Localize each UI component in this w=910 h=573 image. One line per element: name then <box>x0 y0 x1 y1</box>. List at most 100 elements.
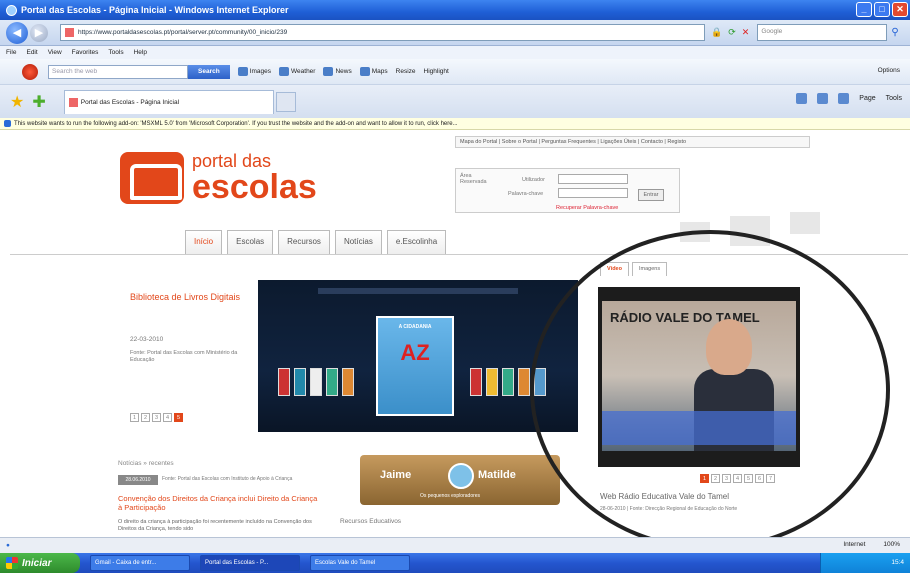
taskbar-item-gmail[interactable]: Gmail - Caixa de entr... <box>90 555 190 571</box>
resources-label[interactable]: Recursos Educativos <box>340 518 401 525</box>
tab-inicio[interactable]: Início <box>185 230 223 254</box>
feeds-icon[interactable] <box>817 93 829 104</box>
maximize-button[interactable]: □ <box>874 2 890 17</box>
main-nav: Início Escolas Recursos Notícias e.Escol… <box>185 230 447 254</box>
feature-title[interactable]: Biblioteca de Livros Digitais <box>130 292 250 303</box>
page-menu[interactable]: Page <box>859 95 875 102</box>
toolbar-options[interactable]: Options <box>878 67 900 74</box>
home-icon[interactable] <box>796 93 808 104</box>
banner-left-text: Jaime <box>380 469 412 481</box>
news-heading[interactable]: Notícias » recentes <box>118 460 174 467</box>
menu-tools[interactable]: Tools <box>108 49 123 56</box>
speaker-head <box>706 319 752 375</box>
favorites-star-icon[interactable]: ★ <box>10 92 24 112</box>
feature-page-5[interactable]: 5 <box>174 413 183 422</box>
command-bar: Page Tools <box>796 93 902 104</box>
nav-divider <box>10 254 908 255</box>
images-icon <box>237 67 248 76</box>
video-title[interactable]: Web Rádio Educativa Vale do Tamel <box>600 492 729 501</box>
web-page: Mapa do Portal | Sobre o Portal | Pergun… <box>10 130 908 537</box>
video-page-4[interactable]: 4 <box>733 474 742 483</box>
feature-page-2[interactable]: 2 <box>141 413 150 422</box>
url-field[interactable]: https://www.portaldasescolas.pt/portal/s… <box>60 24 705 41</box>
toolbar-images[interactable]: Images <box>237 67 271 76</box>
video-frame: RÁDIO VALE DO TAMEL <box>602 301 796 451</box>
feature-image[interactable]: A CIDADANIA AZ <box>258 280 578 432</box>
video-page-6[interactable]: 6 <box>755 474 764 483</box>
portal-logo[interactable]: portal das escolas <box>120 152 317 204</box>
tab-recursos[interactable]: Recursos <box>278 230 330 254</box>
toolbar-maps[interactable]: Maps <box>359 67 388 76</box>
clock[interactable]: 15:4 <box>891 559 904 566</box>
video-page-7[interactable]: 7 <box>766 474 775 483</box>
video-pager: 1 2 3 4 5 6 7 <box>700 474 775 483</box>
feature-page-1[interactable]: 1 <box>130 413 139 422</box>
tab-bar: ★ ✚ Portal das Escolas - Página Inicial … <box>0 85 910 118</box>
tab-e-escolinha[interactable]: e.Escolinha <box>386 230 447 254</box>
top-links[interactable]: Mapa do Portal | Sobre o Portal | Pergun… <box>455 136 810 148</box>
search-icon[interactable]: ⚲ <box>891 27 898 38</box>
menu-view[interactable]: View <box>48 49 62 56</box>
print-icon[interactable] <box>838 93 850 104</box>
book-thumb <box>502 368 514 396</box>
tab-portal-das-escolas[interactable]: Portal das Escolas - Página Inicial <box>63 89 274 114</box>
stop-icon[interactable]: ✕ <box>742 27 750 38</box>
feature-page-3[interactable]: 3 <box>152 413 161 422</box>
user-label: Utilizador <box>522 177 545 183</box>
toolbar-news[interactable]: News <box>323 67 352 76</box>
info-bar[interactable]: This website wants to run the following … <box>0 118 910 130</box>
menu-help[interactable]: Help <box>134 49 147 56</box>
toolbar-resize[interactable]: Resize <box>396 68 416 75</box>
toolbar-weather[interactable]: Weather <box>279 67 315 76</box>
toolbar-search-input[interactable]: Search the web <box>48 64 188 79</box>
video-source: 28-06-2010 | Fonte: Direcção Regional de… <box>600 506 738 512</box>
login-button[interactable]: Entrar <box>638 189 664 201</box>
minimize-button[interactable]: _ <box>856 2 872 17</box>
taskbar-item-vale-tamel[interactable]: Escolas Vale do Tamel <box>310 555 410 571</box>
forward-button[interactable]: ▶ <box>30 23 48 42</box>
video-page-2[interactable]: 2 <box>711 474 720 483</box>
toolbar-logo-icon[interactable] <box>22 63 38 80</box>
book-thumb <box>294 368 306 396</box>
book-thumb <box>342 368 354 396</box>
windows-logo-icon <box>6 557 18 569</box>
news-title[interactable]: Convenção dos Direitos da Criança inclui… <box>118 494 323 512</box>
status-bar: ● Internet 100% <box>0 537 910 553</box>
recover-password-link[interactable]: Recuperar Palavra-chave <box>556 205 618 211</box>
tab-imagens[interactable]: Imagens <box>631 262 668 276</box>
add-favorites-icon[interactable]: ✚ <box>32 92 45 112</box>
menu-edit[interactable]: Edit <box>26 49 37 56</box>
back-button[interactable]: ◀ <box>6 21 28 44</box>
video-player[interactable]: RÁDIO VALE DO TAMEL <box>598 287 800 467</box>
user-field[interactable] <box>558 174 628 184</box>
feature-pager: 1 2 3 4 5 <box>130 413 183 422</box>
close-button[interactable]: ✕ <box>892 2 908 17</box>
start-label: Iniciar <box>22 557 52 569</box>
new-tab-button[interactable] <box>275 91 296 112</box>
book-thumb <box>534 368 546 396</box>
jaime-matilde-banner[interactable]: Jaime Matilde Os pequenos exploradores <box>360 455 560 505</box>
zoom-level[interactable]: 100% <box>883 541 900 548</box>
book-thumb <box>470 368 482 396</box>
taskbar-item-portal[interactable]: Portal das Escolas - P... <box>200 555 300 571</box>
toolbar-search-button[interactable]: Search <box>188 64 230 79</box>
video-page-5[interactable]: 5 <box>744 474 753 483</box>
book-thumb <box>486 368 498 396</box>
browser-search-input[interactable]: Google <box>757 24 888 41</box>
menu-favorites[interactable]: Favorites <box>72 49 99 56</box>
password-field[interactable] <box>558 188 628 198</box>
video-page-1[interactable]: 1 <box>700 474 709 483</box>
reserved-area-label: Área Reservada <box>460 173 487 185</box>
tab-video[interactable]: Vídeo <box>600 262 629 276</box>
video-page-3[interactable]: 3 <box>722 474 731 483</box>
toolbar-highlight[interactable]: Highlight <box>424 68 449 75</box>
book-thumb <box>326 368 338 396</box>
menu-file[interactable]: File <box>6 49 16 56</box>
lock-icon[interactable]: 🔒 <box>711 27 722 38</box>
tab-escolas[interactable]: Escolas <box>227 230 274 254</box>
tools-menu[interactable]: Tools <box>886 95 902 102</box>
start-button[interactable]: Iniciar <box>0 553 80 573</box>
refresh-icon[interactable]: ⟳ <box>728 27 736 38</box>
tab-noticias[interactable]: Notícias <box>334 230 382 254</box>
feature-page-4[interactable]: 4 <box>163 413 172 422</box>
